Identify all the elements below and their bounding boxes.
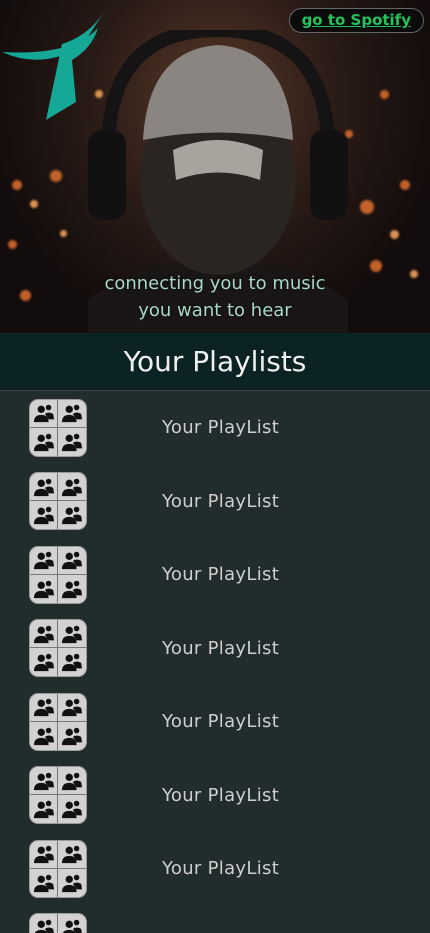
playlist-label: Your PlayList: [162, 638, 279, 659]
list-item[interactable]: Your PlayList: [0, 465, 430, 539]
people-group-icon: [58, 722, 86, 750]
people-group-icon: [58, 547, 86, 575]
people-group-icon: [30, 841, 58, 869]
teal-bird-logo-icon: [2, 10, 106, 120]
people-group-icon: [58, 473, 86, 501]
playlist-label: Your PlayList: [162, 417, 279, 438]
people-group-icon: [30, 869, 58, 897]
people-group-icon: [58, 501, 86, 529]
people-group-icon: [58, 869, 86, 897]
playlist-label: Your PlayList: [162, 785, 279, 806]
playlist-label: Your PlayList: [162, 711, 279, 732]
people-group-icon: [58, 648, 86, 676]
list-item[interactable]: Your PlayList: [0, 538, 430, 612]
playlist-thumbnail: [29, 546, 87, 604]
playlist-label: Your PlayList: [162, 491, 279, 512]
list-item[interactable]: Your PlayList: [0, 759, 430, 833]
tagline-line-1: connecting you to music: [0, 270, 430, 297]
people-group-icon: [30, 648, 58, 676]
people-group-icon: [30, 914, 58, 933]
playlist-thumbnail: [29, 399, 87, 457]
playlist-label: Your PlayList: [162, 564, 279, 585]
tagline: connecting you to music you want to hear: [0, 270, 430, 324]
people-group-icon: [30, 767, 58, 795]
people-group-icon: [58, 620, 86, 648]
people-group-icon: [58, 428, 86, 456]
people-group-icon: [30, 501, 58, 529]
people-group-icon: [30, 575, 58, 603]
playlist-thumbnail: [29, 913, 87, 933]
playlist-thumbnail: [29, 619, 87, 677]
people-group-icon: [30, 547, 58, 575]
people-group-icon: [30, 795, 58, 823]
playlist-list[interactable]: Your PlayList Your PlayList Your PlayList Y…: [0, 390, 430, 933]
list-item[interactable]: Your PlayList: [0, 612, 430, 686]
people-group-icon: [58, 795, 86, 823]
people-group-icon: [30, 400, 58, 428]
people-group-icon: [58, 767, 86, 795]
go-to-spotify-button[interactable]: go to Spotify: [289, 8, 424, 33]
list-item[interactable]: Your PlayList: [0, 832, 430, 906]
people-group-icon: [58, 694, 86, 722]
people-group-icon: [58, 841, 86, 869]
page-title: Your Playlists: [0, 333, 430, 390]
people-group-icon: [30, 722, 58, 750]
list-item[interactable]: Your PlayList: [0, 685, 430, 759]
playlist-thumbnail: [29, 766, 87, 824]
people-group-icon: [58, 575, 86, 603]
hero-banner: go to Spotify connecting you to music yo…: [0, 0, 430, 333]
list-item[interactable]: [0, 906, 430, 933]
playlist-thumbnail: [29, 840, 87, 898]
people-group-icon: [30, 428, 58, 456]
people-group-icon: [30, 620, 58, 648]
playlist-thumbnail: [29, 693, 87, 751]
list-item[interactable]: Your PlayList: [0, 391, 430, 465]
people-group-icon: [30, 473, 58, 501]
playlist-thumbnail: [29, 472, 87, 530]
people-group-icon: [30, 694, 58, 722]
people-group-icon: [58, 400, 86, 428]
people-group-icon: [58, 914, 86, 933]
playlist-label: Your PlayList: [162, 858, 279, 879]
tagline-line-2: you want to hear: [0, 297, 430, 324]
